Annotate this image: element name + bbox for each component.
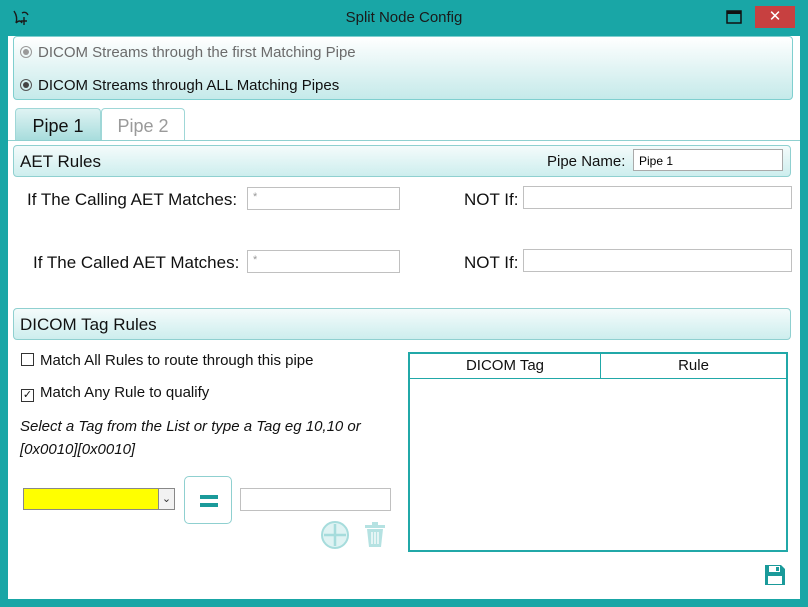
tab-divider (8, 140, 800, 141)
match-any-checkbox[interactable]: ✓ Match Any Rule to qualify (21, 384, 209, 402)
column-header-dicom-tag[interactable]: DICOM Tag (410, 354, 601, 378)
column-header-rule[interactable]: Rule (601, 354, 786, 378)
dicom-tag-rules-header: DICOM Tag Rules (13, 308, 791, 340)
radio-first-label: DICOM Streams through the first Matching… (38, 44, 356, 61)
equals-icon-lower (200, 503, 218, 507)
aet-rules-header: AET Rules Pipe Name: Pipe 1 (13, 145, 791, 177)
save-icon[interactable] (764, 564, 786, 586)
called-not-if-label: NOT If: (464, 253, 519, 272)
window-title: Split Node Config (345, 9, 463, 26)
match-any-label: Match Any Rule to qualify (40, 384, 210, 401)
content-area: DICOM Streams through the first Matching… (8, 36, 800, 599)
dicom-tag-combobox[interactable]: ⌄ (23, 488, 175, 510)
maximize-icon[interactable] (724, 8, 744, 26)
called-aet-input[interactable]: * (247, 250, 400, 273)
dicom-tag-rules-title: DICOM Tag Rules (20, 315, 157, 334)
calling-not-if-input[interactable] (523, 186, 792, 209)
checkbox-checked: ✓ (21, 389, 34, 402)
radio-first-matching-pipe[interactable]: DICOM Streams through the first Matching… (20, 44, 356, 61)
equals-icon (200, 495, 218, 499)
add-circle-icon[interactable] (320, 520, 350, 550)
split-node-config-window: Split Node Config ✕ DICOM Streams throug… (0, 0, 808, 607)
calling-aet-input[interactable]: * (247, 187, 400, 210)
trash-icon[interactable] (363, 521, 387, 548)
close-icon: ✕ (768, 8, 782, 25)
radio-all-matching-pipes[interactable]: DICOM Streams through ALL Matching Pipes (20, 77, 339, 94)
radio-indicator (20, 79, 32, 91)
match-all-label: Match All Rules to route through this pi… (40, 352, 314, 369)
equals-button[interactable] (184, 476, 232, 524)
match-all-checkbox[interactable]: Match All Rules to route through this pi… (21, 352, 314, 369)
chevron-down-icon[interactable]: ⌄ (158, 489, 174, 509)
pipe-name-label: Pipe Name: (547, 153, 626, 170)
called-not-if-input[interactable] (523, 249, 792, 272)
close-button[interactable]: ✕ (755, 6, 795, 28)
title-bar[interactable]: Split Node Config ✕ (0, 0, 808, 36)
calling-not-if-label: NOT If: (464, 190, 519, 209)
radio-all-label: DICOM Streams through ALL Matching Pipes (38, 77, 340, 94)
radio-indicator (20, 46, 32, 58)
routing-mode-panel: DICOM Streams through the first Matching… (13, 36, 793, 100)
calling-aet-label: If The Calling AET Matches: (27, 190, 238, 209)
checkbox-unchecked (21, 353, 34, 366)
pipe-name-input[interactable]: Pipe 1 (633, 149, 783, 171)
grid-header: DICOM Tag Rule (410, 354, 786, 379)
tag-rules-grid[interactable]: DICOM Tag Rule (408, 352, 788, 552)
tab-pipe-2[interactable]: Pipe 2 (101, 108, 185, 141)
aet-rules-title: AET Rules (20, 152, 101, 171)
tab-pipe-1[interactable]: Pipe 1 (15, 108, 101, 141)
rule-value-input[interactable] (240, 488, 391, 511)
called-aet-label: If The Called AET Matches: (33, 253, 240, 272)
tag-hint-text: Select a Tag from the List or type a Tag… (20, 418, 361, 458)
